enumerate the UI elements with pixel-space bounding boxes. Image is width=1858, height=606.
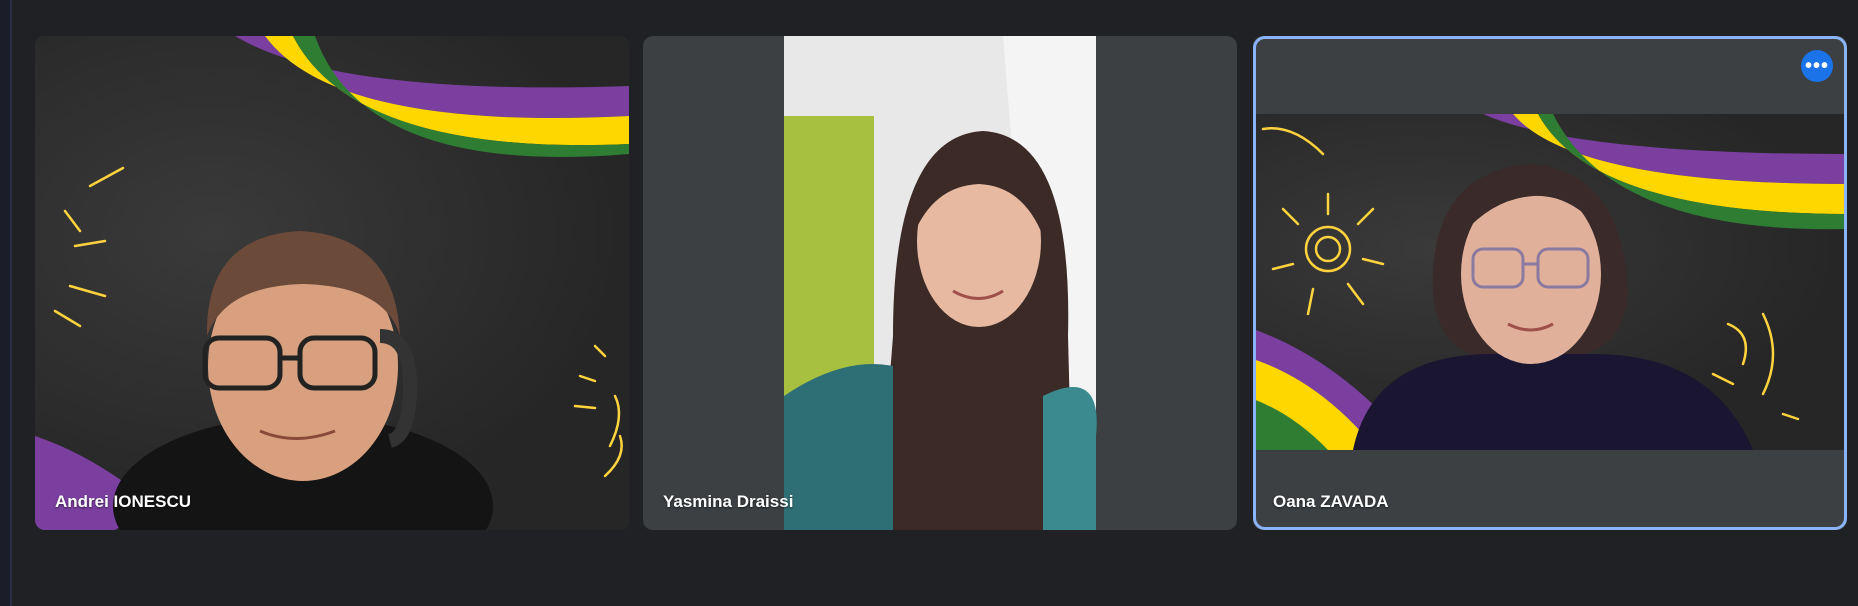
participant-video-andrei: [113, 231, 493, 530]
participant-video-yasmina: [784, 36, 1097, 530]
left-panel-edge: [0, 0, 12, 606]
participant-tile-andrei[interactable]: Andrei IONESCU: [35, 36, 629, 530]
participant-name-label: Oana ZAVADA: [1273, 492, 1389, 511]
participant-name-label: Andrei IONESCU: [55, 492, 192, 511]
video-frame: [1253, 114, 1847, 450]
participant-video-oana: [1353, 164, 1753, 450]
more-horiz-icon: •••: [1804, 54, 1829, 77]
participant-name-label: Yasmina Draissi: [663, 492, 794, 511]
participant-tile-oana[interactable]: ••• Oana ZAVADA: [1253, 36, 1847, 530]
participant-tile-yasmina[interactable]: Yasmina Draissi: [643, 36, 1237, 530]
more-options-button[interactable]: •••: [1801, 50, 1833, 82]
